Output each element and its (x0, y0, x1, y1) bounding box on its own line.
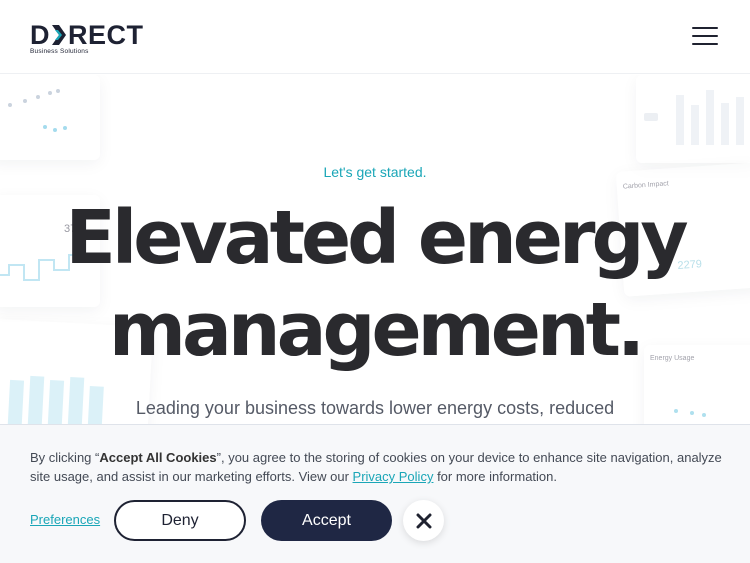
privacy-policy-link[interactable]: Privacy Policy (353, 469, 434, 484)
close-icon[interactable] (403, 500, 444, 541)
cookie-text-prefix: By clicking “ (30, 450, 100, 465)
logo-wordmark: D RECT (30, 20, 144, 50)
cookie-banner: By clicking “Accept All Cookies”, you ag… (0, 424, 750, 563)
headline-line-2: management. (108, 287, 645, 373)
cookie-message: By clicking “Accept All Cookies”, you ag… (30, 448, 725, 486)
decor-scatter-card (0, 75, 100, 160)
preferences-link[interactable]: Preferences (30, 512, 100, 527)
close-x-icon (416, 513, 431, 528)
hero-headline: Elevated energy management. (0, 192, 750, 376)
cookie-text-bold: Accept All Cookies (99, 450, 217, 465)
logo-chevron-icon (52, 25, 66, 45)
cookie-text-suffix: for more information. (433, 469, 557, 484)
hero-subline: Leading your business towards lower ener… (135, 398, 615, 418)
decor-bar-card-top-right (636, 75, 750, 163)
accept-button[interactable]: Accept (261, 500, 392, 541)
deny-button[interactable]: Deny (114, 500, 246, 541)
hamburger-menu-icon[interactable] (692, 27, 718, 49)
site-header: D RECT Business Solutions (0, 0, 750, 74)
direct-logo[interactable]: D RECT Business Solutions (30, 20, 150, 56)
carbon-card-title: Carbon Impact (622, 180, 669, 191)
headline-line-1: Elevated energy (65, 195, 688, 281)
